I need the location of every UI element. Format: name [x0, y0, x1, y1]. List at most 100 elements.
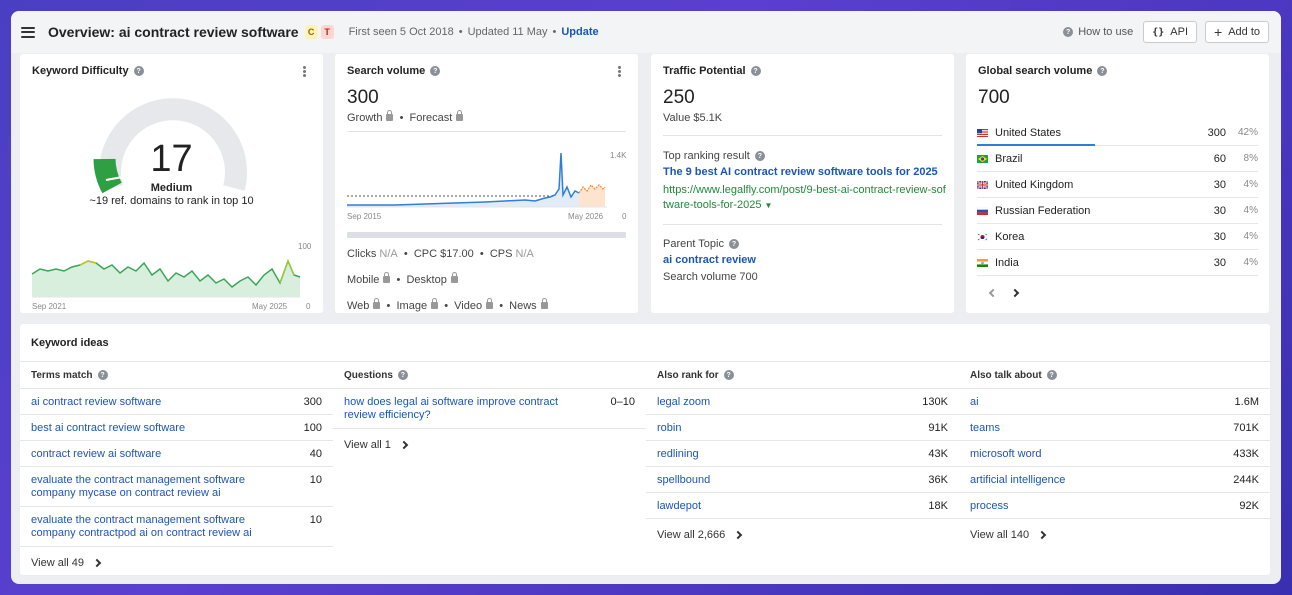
kd-chart-start: Sep 2021	[32, 302, 67, 311]
top-bar: Overview: ai contract review software C …	[11, 11, 1281, 53]
top-result-url-line2: tware-tools-for-2025 ▼	[663, 198, 946, 213]
tp-title-text: Traffic Potential	[663, 65, 746, 77]
next-page-icon[interactable]	[1010, 288, 1020, 298]
keyword-row: artificial intelligence 244K	[959, 467, 1270, 493]
keyword-row: teams 701K	[959, 415, 1270, 441]
keyword-row: microsoft word 433K	[959, 441, 1270, 467]
keyword-link[interactable]: lawdepot	[657, 500, 918, 513]
view-all-also-talk-link[interactable]: View all 140	[959, 519, 1270, 551]
parent-topic-label: Parent Topic?	[663, 238, 739, 250]
country-value: 30	[1213, 178, 1226, 191]
top-result-url[interactable]: https://www.legalfly.com/post/9-best-ai-…	[663, 183, 946, 213]
lock-icon	[456, 110, 464, 121]
keyword-link[interactable]: ai	[970, 396, 1229, 409]
kd-history-chart	[31, 258, 301, 298]
keyword-link[interactable]: contract review ai software	[31, 448, 292, 461]
updated-date: Updated 11 May	[467, 26, 548, 38]
caret-down-icon[interactable]: ▼	[765, 201, 773, 210]
keyword-link[interactable]: robin	[657, 422, 918, 435]
update-link[interactable]: Update	[561, 26, 598, 38]
hamburger-menu-icon[interactable]	[21, 26, 35, 38]
terms-match-header-text: Terms match	[31, 369, 93, 381]
keyword-link[interactable]: artificial intelligence	[970, 474, 1229, 487]
questions-header-text: Questions	[344, 369, 393, 381]
keyword-volume: 244K	[1233, 474, 1259, 486]
keyword-link[interactable]: evaluate the contract management softwar…	[31, 514, 292, 540]
keyword-volume: 10	[309, 474, 322, 486]
keyword-volume: 100	[303, 422, 322, 434]
keyword-volume: 433K	[1233, 448, 1259, 460]
country-row[interactable]: Russian Federation 30 4%	[977, 198, 1258, 224]
keyword-link[interactable]: how does legal ai software improve contr…	[344, 396, 605, 422]
sv-more-icon[interactable]	[618, 66, 621, 77]
help-icon[interactable]: ?	[133, 66, 144, 76]
sv-chart-end: May 2026	[568, 212, 604, 221]
keyword-volume: 10	[309, 514, 322, 526]
also-rank-for-header-text: Also rank for	[657, 369, 719, 381]
keyword-link[interactable]: redlining	[657, 448, 918, 461]
us-flag-icon	[977, 128, 988, 137]
tp-value: 250	[663, 87, 695, 108]
keyword-link[interactable]: ai contract review software	[31, 396, 292, 409]
help-icon[interactable]: ?	[97, 370, 108, 380]
top-result-title-link[interactable]: The 9 best AI contract review software t…	[663, 166, 938, 178]
keyword-link[interactable]: best ai contract review software	[31, 422, 292, 435]
keyword-volume: 92K	[1239, 500, 1259, 512]
kd-more-icon[interactable]	[303, 66, 306, 77]
keyword-row: process 92K	[959, 493, 1270, 519]
help-icon[interactable]: ?	[728, 239, 739, 249]
country-row[interactable]: India 30 4%	[977, 250, 1258, 276]
sv-subline: Growth • Forecast	[347, 110, 464, 124]
help-icon[interactable]: ?	[1097, 66, 1108, 76]
kd-chart-end: May 2025	[252, 302, 288, 311]
top-result-label-text: Top ranking result	[663, 150, 750, 162]
view-all-questions-link[interactable]: View all 1	[333, 429, 646, 461]
page-meta: First seen 5 Oct 2018 • Updated 11 May • Upd…	[348, 26, 599, 38]
help-icon[interactable]: ?	[723, 370, 734, 380]
keyword-link[interactable]: legal zoom	[657, 396, 918, 409]
divider	[663, 135, 942, 136]
country-value: 30	[1213, 204, 1226, 217]
keyword-row: how does legal ai software improve contr…	[333, 389, 646, 429]
keyword-link[interactable]: spellbound	[657, 474, 918, 487]
keyword-link[interactable]: evaluate the contract management softwar…	[31, 474, 292, 500]
view-all-also-rank-link[interactable]: View all 2,666	[646, 519, 959, 551]
country-row[interactable]: United States 300 42%	[977, 120, 1258, 146]
gsv-title: Global search volume?	[978, 65, 1108, 77]
keyword-link[interactable]: process	[970, 500, 1229, 513]
country-pct: 4%	[1243, 179, 1258, 190]
image-label: Image	[396, 300, 428, 312]
add-to-button[interactable]: + Add to	[1205, 21, 1269, 43]
keyword-row: robin 91K	[646, 415, 959, 441]
parent-topic-link[interactable]: ai contract review	[663, 254, 756, 266]
country-value: 30	[1213, 256, 1226, 269]
help-icon[interactable]: ?	[397, 370, 408, 380]
gsv-title-text: Global search volume	[978, 65, 1093, 77]
keyword-volume: 43K	[928, 448, 948, 460]
keyword-volume: 18K	[928, 500, 948, 512]
lock-icon	[486, 298, 494, 309]
api-button-label: API	[1170, 26, 1188, 38]
help-icon[interactable]: ?	[1046, 370, 1057, 380]
brazil-flag-icon	[977, 154, 988, 163]
kd-chart-max: 100	[298, 242, 312, 251]
sv-chart-scrollbar[interactable]	[347, 232, 626, 238]
lock-icon	[383, 272, 391, 283]
keyword-link[interactable]: microsoft word	[970, 448, 1229, 461]
traffic-potential-card: Traffic Potential? 250 Value $5.1K Top r…	[651, 54, 954, 313]
country-row[interactable]: United Kingdom 30 4%	[977, 172, 1258, 198]
help-icon[interactable]: ?	[750, 66, 761, 76]
country-row[interactable]: Brazil 60 8%	[977, 146, 1258, 172]
country-row[interactable]: Korea 30 4%	[977, 224, 1258, 250]
help-icon[interactable]: ?	[754, 151, 765, 161]
keyword-link[interactable]: teams	[970, 422, 1229, 435]
intent-badge-transactional: T	[320, 25, 334, 39]
api-button[interactable]: {} API	[1143, 21, 1197, 43]
help-icon[interactable]: ?	[430, 66, 441, 76]
keyword-row: ai 1.6M	[959, 389, 1270, 415]
view-all-terms-link[interactable]: View all 49	[20, 547, 333, 579]
kd-chart-min: 0	[306, 302, 311, 311]
how-to-use-link[interactable]: ? How to use	[1063, 26, 1133, 38]
prev-page-icon[interactable]	[988, 288, 998, 298]
sv-chart-min: 0	[622, 212, 627, 221]
